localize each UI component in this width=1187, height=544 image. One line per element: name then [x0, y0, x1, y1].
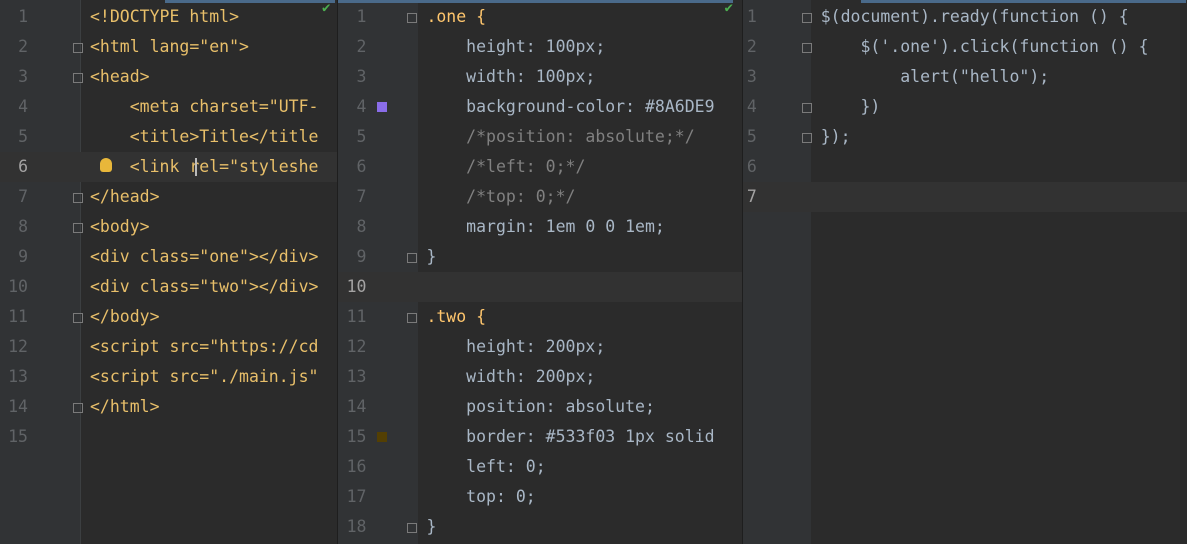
editor-split-view: ✔ 1 <!DOCTYPE html> 2 <html lang="en"> 3 <h…	[0, 0, 1187, 544]
code-line[interactable]: 9 <div class="one"></div>	[0, 242, 337, 272]
code-area[interactable]: 1 $(document).ready(function () { 2 $('.o…	[742, 2, 1187, 212]
code-line[interactable]: 6	[743, 152, 1187, 182]
fold-icon[interactable]	[407, 13, 418, 23]
code-line[interactable]: 12 <script src="https://cd	[0, 332, 337, 362]
fold-icon[interactable]	[73, 193, 83, 203]
color-swatch-icon[interactable]	[377, 102, 388, 112]
code-line[interactable]: 7 /*top: 0;*/	[338, 182, 741, 212]
fold-icon[interactable]	[73, 43, 83, 53]
code-line[interactable]: 5 <title>Title</title	[0, 122, 337, 152]
code-line-current[interactable]: 6 <link rel="styleshe	[0, 152, 338, 182]
fold-icon[interactable]	[801, 43, 812, 53]
color-swatch-icon[interactable]	[377, 432, 388, 442]
code-line-current[interactable]: 7	[742, 182, 1187, 212]
fold-icon[interactable]	[407, 313, 418, 323]
code-line[interactable]: 7 </head>	[0, 182, 337, 212]
js-editor-pane[interactable]: 1 $(document).ready(function () { 2 $('.o…	[741, 0, 1187, 544]
code-line[interactable]: 5});	[743, 122, 1187, 152]
code-line[interactable]: 14 position: absolute;	[338, 392, 741, 422]
code-area[interactable]: 1 .one { 2 height: 100px; 3 width: 100px;…	[338, 2, 742, 542]
code-line[interactable]: 10 <div class="two"></div>	[0, 272, 337, 302]
code-line[interactable]: 3 <head>	[0, 62, 337, 92]
fold-icon[interactable]	[407, 523, 418, 533]
code-line[interactable]: 5 /*position: absolute;*/	[338, 122, 741, 152]
code-line[interactable]: 13 width: 200px;	[338, 362, 741, 392]
code-line[interactable]: 16 left: 0;	[338, 452, 741, 482]
code-line[interactable]: 4 background-color: #8A6DE9	[338, 92, 741, 122]
code-line[interactable]: 11 .two {	[338, 302, 741, 332]
code-line[interactable]: 9}	[338, 242, 741, 272]
code-line[interactable]: 2 <html lang="en">	[0, 32, 337, 62]
code-line[interactable]: 4 <meta charset="UTF-	[0, 92, 337, 122]
code-line[interactable]: 14 </html>	[0, 392, 337, 422]
code-line[interactable]: 2 $('.one').click(function () {	[743, 32, 1187, 62]
fold-icon[interactable]	[801, 133, 812, 143]
fold-icon[interactable]	[801, 103, 812, 113]
code-line[interactable]: 3 width: 100px;	[338, 62, 741, 92]
css-editor-pane[interactable]: ✔ 1 .one { 2 height: 100px; 3 width: 100p…	[337, 0, 742, 544]
text-cursor	[195, 158, 197, 176]
html-editor-pane[interactable]: ✔ 1 <!DOCTYPE html> 2 <html lang="en"> 3 <h…	[0, 0, 338, 544]
code-line[interactable]: 15	[0, 422, 337, 452]
code-line[interactable]: 15 border: #533f03 1px solid	[338, 422, 741, 452]
code-line[interactable]: 12 height: 200px;	[338, 332, 741, 362]
code-line[interactable]: 1 $(document).ready(function () {	[743, 2, 1187, 32]
fold-icon[interactable]	[407, 253, 418, 263]
code-line[interactable]: 18}	[338, 512, 741, 542]
code-line[interactable]: 4 })	[743, 92, 1187, 122]
fold-icon[interactable]	[73, 313, 83, 323]
code-line[interactable]: 8 <body>	[0, 212, 337, 242]
fold-icon[interactable]	[73, 223, 83, 233]
code-line[interactable]: 13 <script src="./main.js"	[0, 362, 337, 392]
code-line[interactable]: 11 </body>	[0, 302, 337, 332]
code-line[interactable]: 1 .one {	[338, 2, 741, 32]
code-area[interactable]: 1 <!DOCTYPE html> 2 <html lang="en"> 3 <hea…	[0, 2, 338, 452]
code-line[interactable]: 6 /*left: 0;*/	[338, 152, 741, 182]
fold-icon[interactable]	[73, 403, 83, 413]
code-line[interactable]: 2 height: 100px;	[338, 32, 741, 62]
code-line[interactable]: 17 top: 0;	[338, 482, 741, 512]
fold-icon[interactable]	[73, 73, 83, 83]
code-line[interactable]: 3 alert("hello");	[743, 62, 1187, 92]
fold-icon[interactable]	[801, 13, 812, 23]
code-line-current[interactable]: 10	[338, 272, 742, 302]
code-line[interactable]: 8 margin: 1em 0 0 1em;	[338, 212, 741, 242]
code-line[interactable]: 1 <!DOCTYPE html>	[0, 2, 337, 32]
